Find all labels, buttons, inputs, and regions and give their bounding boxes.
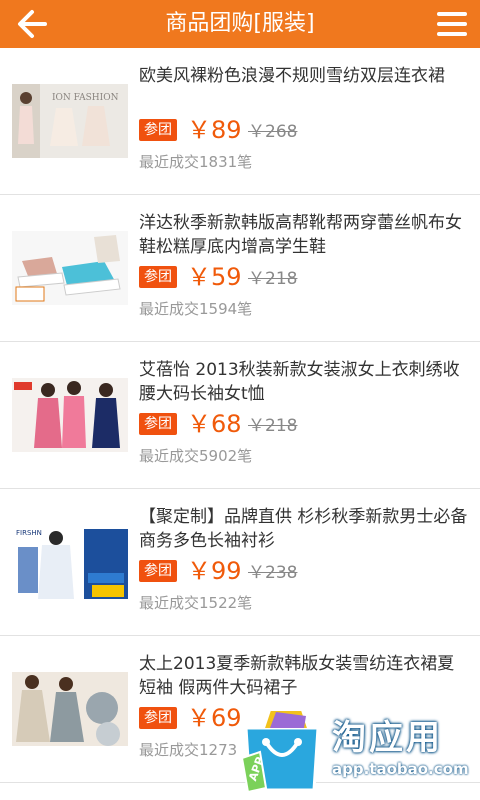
taobao-app-watermark: APP 淘应用 app.taobao.com [236,702,474,796]
product-image: ION FASHION [12,84,128,158]
join-group-badge: 参团 [139,119,177,141]
page-title: 商品团购[服装] [165,11,315,36]
watermark-title: 淘应用 [332,718,443,758]
back-button[interactable] [8,4,56,44]
product-image [12,672,128,746]
product-name[interactable]: 艾蓓怡 2013秋装新款女装淑女上衣刺绣收腰大码长袖女t恤 [139,358,469,406]
group-price: ￥69 [187,704,242,732]
join-group-badge: 参团 [139,707,177,729]
product-image [12,378,128,452]
recent-sales: 最近成交1594笔 [139,300,253,318]
svg-text:FIRSHN: FIRSHN [16,529,42,537]
app-header: 商品团购[服装] [0,0,480,48]
original-price: ￥218 [248,269,298,289]
menu-button[interactable] [432,4,472,44]
product-item[interactable]: 洋达秋季新款韩版高帮靴帮两穿蕾丝帆布女鞋松糕厚底内增高学生鞋 参团 ￥59 ￥2… [0,195,480,342]
join-group-badge: 参团 [139,266,177,288]
original-price: ￥238 [248,563,298,583]
original-price: ￥268 [248,122,298,142]
group-price: ￥99 [187,557,242,585]
recent-sales: 最近成交1831笔 [139,153,253,171]
product-name[interactable]: 洋达秋季新款韩版高帮靴帮两穿蕾丝帆布女鞋松糕厚底内增高学生鞋 [139,211,469,259]
product-name[interactable]: 太上2013夏季新款韩版女装雪纺连衣裙夏短袖 假两件大码裙子 [139,652,469,700]
group-price: ￥89 [187,116,242,144]
join-group-badge: 参团 [139,413,177,435]
original-price: ￥218 [248,416,298,436]
recent-sales: 最近成交5902笔 [139,447,253,465]
product-item[interactable]: ION FASHION 欧美风裸粉色浪漫不规则雪纺双层连衣裙 参团 ￥89 ￥2… [0,48,480,195]
product-name[interactable]: 欧美风裸粉色浪漫不规则雪纺双层连衣裙 [139,64,469,88]
product-item[interactable]: 艾蓓怡 2013秋装新款女装淑女上衣刺绣收腰大码长袖女t恤 参团 ￥68 ￥21… [0,342,480,489]
group-price: ￥68 [187,410,242,438]
menu-icon [437,12,467,36]
product-name[interactable]: 【聚定制】品牌直供 杉杉秋季新款男士必备商务多色长袖衬衫 [139,505,469,553]
recent-sales: 最近成交1522笔 [139,594,253,612]
recent-sales: 最近成交1273 [139,741,238,759]
join-group-badge: 参团 [139,560,177,582]
product-image: FIRSHN [12,525,128,599]
group-price: ￥59 [187,263,242,291]
product-item[interactable]: FIRSHN 【聚定制】品牌直供 杉杉秋季新款男士必备商务多色长袖衬衫 参团 ￥… [0,489,480,636]
product-list: ION FASHION 欧美风裸粉色浪漫不规则雪纺双层连衣裙 参团 ￥89 ￥2… [0,48,480,783]
back-arrow-icon [18,10,47,38]
watermark-url: app.taobao.com [332,760,469,778]
shopping-bag-icon: APP [240,709,320,794]
product-image [12,231,128,305]
svg-text:ION FASHION: ION FASHION [52,93,119,103]
